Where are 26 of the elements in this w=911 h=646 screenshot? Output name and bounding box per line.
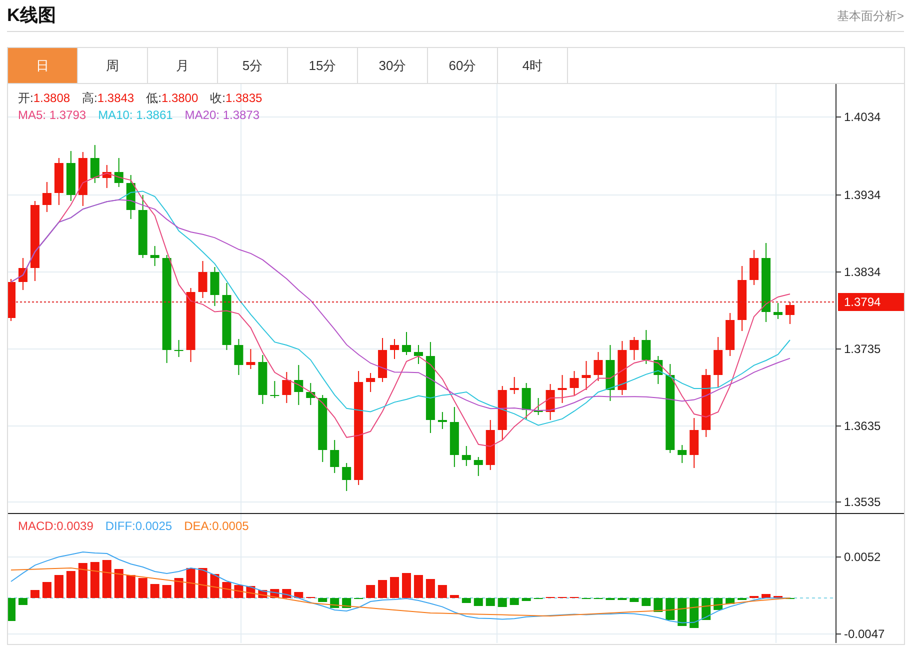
macd-legend-text: DIFF:0.0025	[105, 518, 172, 535]
price-axis-label: 1.3635	[844, 419, 881, 433]
section-title: K线图	[7, 4, 56, 27]
ohlc-value: 1.3843	[97, 90, 134, 106]
current-price-marker	[838, 293, 904, 311]
ohlc-label: 开:	[18, 90, 34, 106]
ohlc-value: 1.3800	[161, 90, 198, 106]
ohlc-label: 收:	[210, 90, 226, 106]
ma-legend-text: MA10: 1.3861	[98, 107, 173, 123]
ma-legend-text: MA5: 1.3793	[18, 107, 86, 123]
ohlc-value: 1.3808	[33, 90, 70, 106]
macd-legend-text: DEA:0.0005	[184, 518, 249, 535]
macd-axis-label: 0.0052	[844, 550, 881, 564]
macd-axis-label: -0.0047	[844, 627, 885, 641]
price-axis-label: 1.3834	[844, 265, 881, 279]
price-axis-label: 1.3735	[844, 342, 881, 356]
price-axis-label: 1.4034	[844, 110, 881, 124]
macd-legend-text: MACD:0.0039	[18, 518, 94, 535]
ohlc-value: 1.3835	[225, 90, 262, 106]
fundamental-analysis-link[interactable]: 基本面分析>	[836, 6, 904, 24]
price-axis-label: 1.3535	[844, 495, 881, 509]
price-axis-label: 1.3934	[844, 188, 881, 202]
ohlc-label: 高:	[82, 90, 98, 106]
ohlc-label: 低:	[146, 90, 162, 106]
ma-legend-text: MA20: 1.3873	[184, 107, 260, 123]
current-price-label: 1.3794	[844, 295, 881, 309]
